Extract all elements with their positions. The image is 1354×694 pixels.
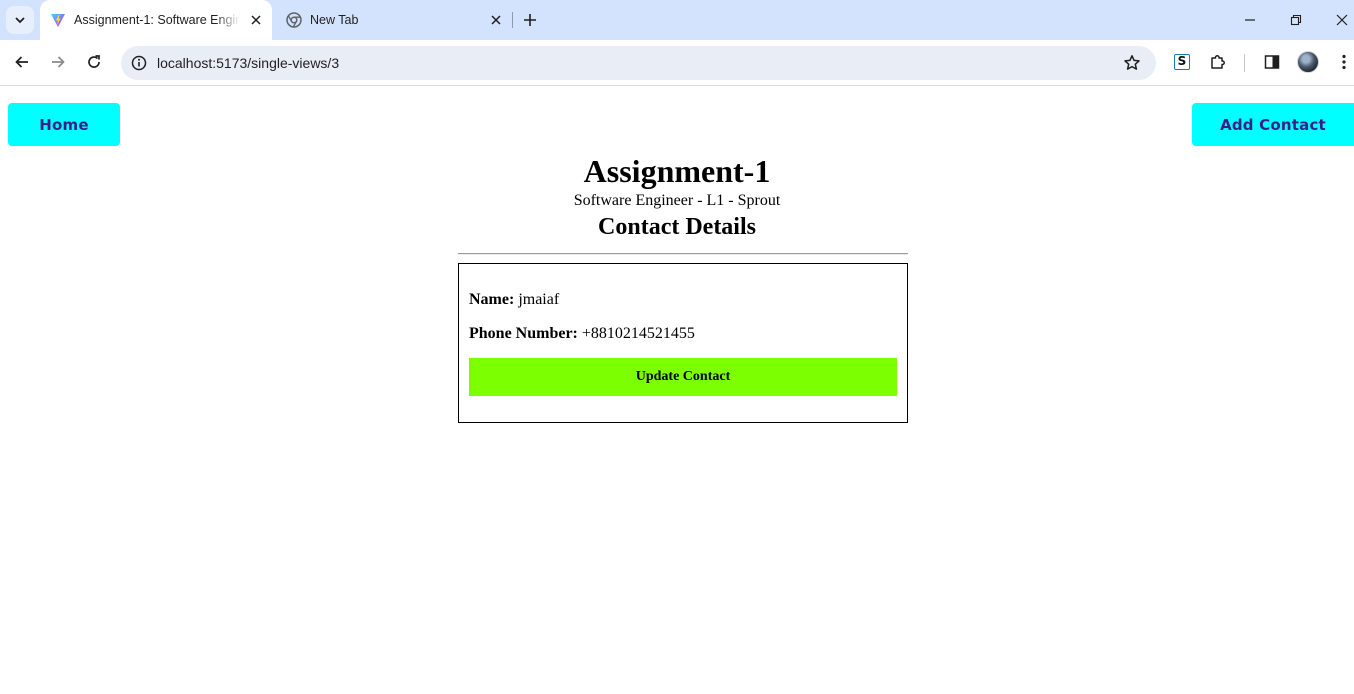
home-button[interactable]: Home bbox=[8, 103, 120, 146]
chrome-logo-icon bbox=[285, 11, 303, 29]
close-icon[interactable] bbox=[488, 12, 504, 28]
arrow-left-icon bbox=[15, 56, 28, 68]
contact-name-row: Name: jmaiaf bbox=[469, 291, 559, 309]
page-subtitle: Software Engineer - L1 - Sprout bbox=[573, 192, 781, 209]
close-window-button[interactable] bbox=[1328, 6, 1354, 34]
update-contact-button[interactable]: Update Contact bbox=[469, 358, 897, 396]
tab-title: Assignment-1: Software Engineer - L1 - S… bbox=[74, 13, 240, 27]
restore-button[interactable] bbox=[1282, 6, 1310, 34]
section-title: Contact Details bbox=[598, 214, 756, 240]
chevron-down-icon bbox=[15, 17, 25, 24]
contact-card: Name: jmaiaf Phone Number: +881021452145… bbox=[458, 263, 908, 423]
s-extension-icon[interactable]: S bbox=[1170, 50, 1194, 74]
forward-button[interactable] bbox=[44, 48, 72, 76]
close-icon[interactable] bbox=[248, 12, 264, 28]
reload-button[interactable] bbox=[80, 48, 108, 76]
reload-icon bbox=[88, 55, 100, 68]
divider bbox=[458, 253, 908, 255]
name-label: Name: bbox=[469, 291, 515, 308]
name-value: jmaiaf bbox=[518, 291, 560, 308]
tab-assignment[interactable]: Assignment-1: Software Engineer - L1 - S… bbox=[40, 0, 272, 40]
s-extension-badge: S bbox=[1174, 54, 1190, 70]
menu-button[interactable] bbox=[1332, 50, 1354, 74]
page-content: Home Add Contact Assignment-1 Software E… bbox=[0, 87, 1354, 694]
address-bar[interactable]: localhost:5173/single-views/3 bbox=[121, 46, 1156, 80]
tab-title: New Tab bbox=[310, 13, 359, 27]
contact-phone-row: Phone Number: +8810214521455 bbox=[469, 325, 695, 343]
plus-icon bbox=[524, 14, 536, 26]
arrow-right-icon bbox=[52, 56, 65, 68]
puzzle-icon[interactable] bbox=[1206, 50, 1230, 74]
close-icon bbox=[1336, 14, 1348, 26]
bookmark-star-icon[interactable] bbox=[1120, 51, 1144, 75]
back-button[interactable] bbox=[8, 48, 36, 76]
vite-logo-icon bbox=[49, 11, 67, 29]
phone-label: Phone Number: bbox=[469, 325, 578, 342]
info-icon[interactable] bbox=[127, 51, 151, 75]
add-contact-button[interactable]: Add Contact bbox=[1192, 103, 1354, 146]
side-panel-icon[interactable] bbox=[1260, 50, 1284, 74]
avatar bbox=[1297, 51, 1319, 73]
minimize-button[interactable] bbox=[1236, 6, 1264, 34]
browser-toolbar: localhost:5173/single-views/3 S bbox=[0, 40, 1354, 86]
minimize-icon bbox=[1245, 19, 1255, 21]
toolbar-separator bbox=[1244, 54, 1245, 72]
tab-search-button[interactable] bbox=[6, 6, 34, 34]
url-text[interactable]: localhost:5173/single-views/3 bbox=[157, 46, 339, 80]
phone-value: +8810214521455 bbox=[581, 325, 695, 342]
page-title: Assignment-1 bbox=[583, 153, 771, 189]
browser-tabstrip: Assignment-1: Software Engineer - L1 - S… bbox=[0, 0, 1354, 40]
more-vertical-icon bbox=[1342, 54, 1346, 70]
tab-new-tab[interactable]: New Tab bbox=[276, 0, 512, 40]
restore-icon bbox=[1290, 14, 1302, 26]
new-tab-button[interactable] bbox=[518, 8, 542, 32]
profile-avatar[interactable] bbox=[1296, 50, 1320, 74]
tab-separator bbox=[512, 12, 513, 28]
